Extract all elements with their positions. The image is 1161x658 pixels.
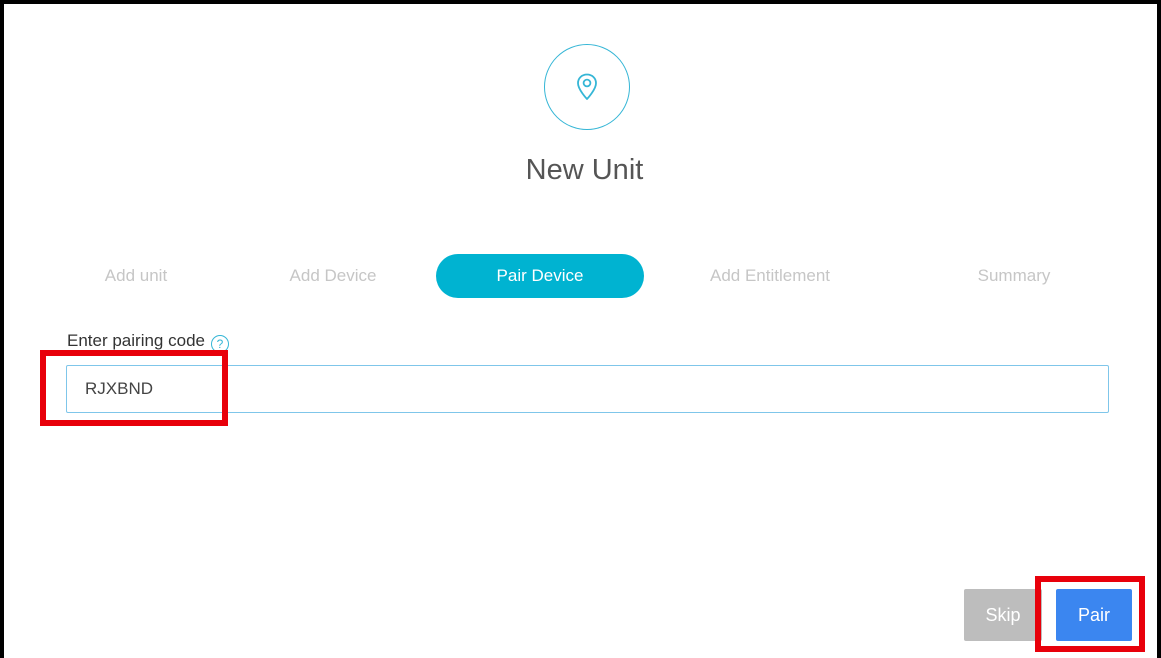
step-add-device[interactable]: Add Device bbox=[266, 254, 400, 298]
skip-button[interactable]: Skip bbox=[964, 589, 1042, 641]
pair-button[interactable]: Pair bbox=[1056, 589, 1132, 641]
pairing-code-label-text: Enter pairing code bbox=[67, 331, 205, 350]
dialog-frame: New Unit Add unit Add Device Pair Device… bbox=[0, 0, 1161, 658]
step-pair-device[interactable]: Pair Device bbox=[436, 254, 644, 298]
pairing-code-label: Enter pairing code ? bbox=[67, 331, 229, 353]
step-add-unit[interactable]: Add unit bbox=[76, 254, 196, 298]
wizard-stepper: Add unit Add Device Pair Device Add Enti… bbox=[4, 254, 1161, 298]
location-badge bbox=[544, 44, 630, 130]
help-icon[interactable]: ? bbox=[210, 335, 229, 353]
step-summary[interactable]: Summary bbox=[954, 254, 1074, 298]
dialog-title: New Unit bbox=[525, 154, 644, 186]
step-add-entitlement[interactable]: Add Entitlement bbox=[684, 254, 856, 298]
pairing-code-input[interactable] bbox=[66, 365, 1109, 413]
location-pin-icon bbox=[577, 73, 597, 100]
